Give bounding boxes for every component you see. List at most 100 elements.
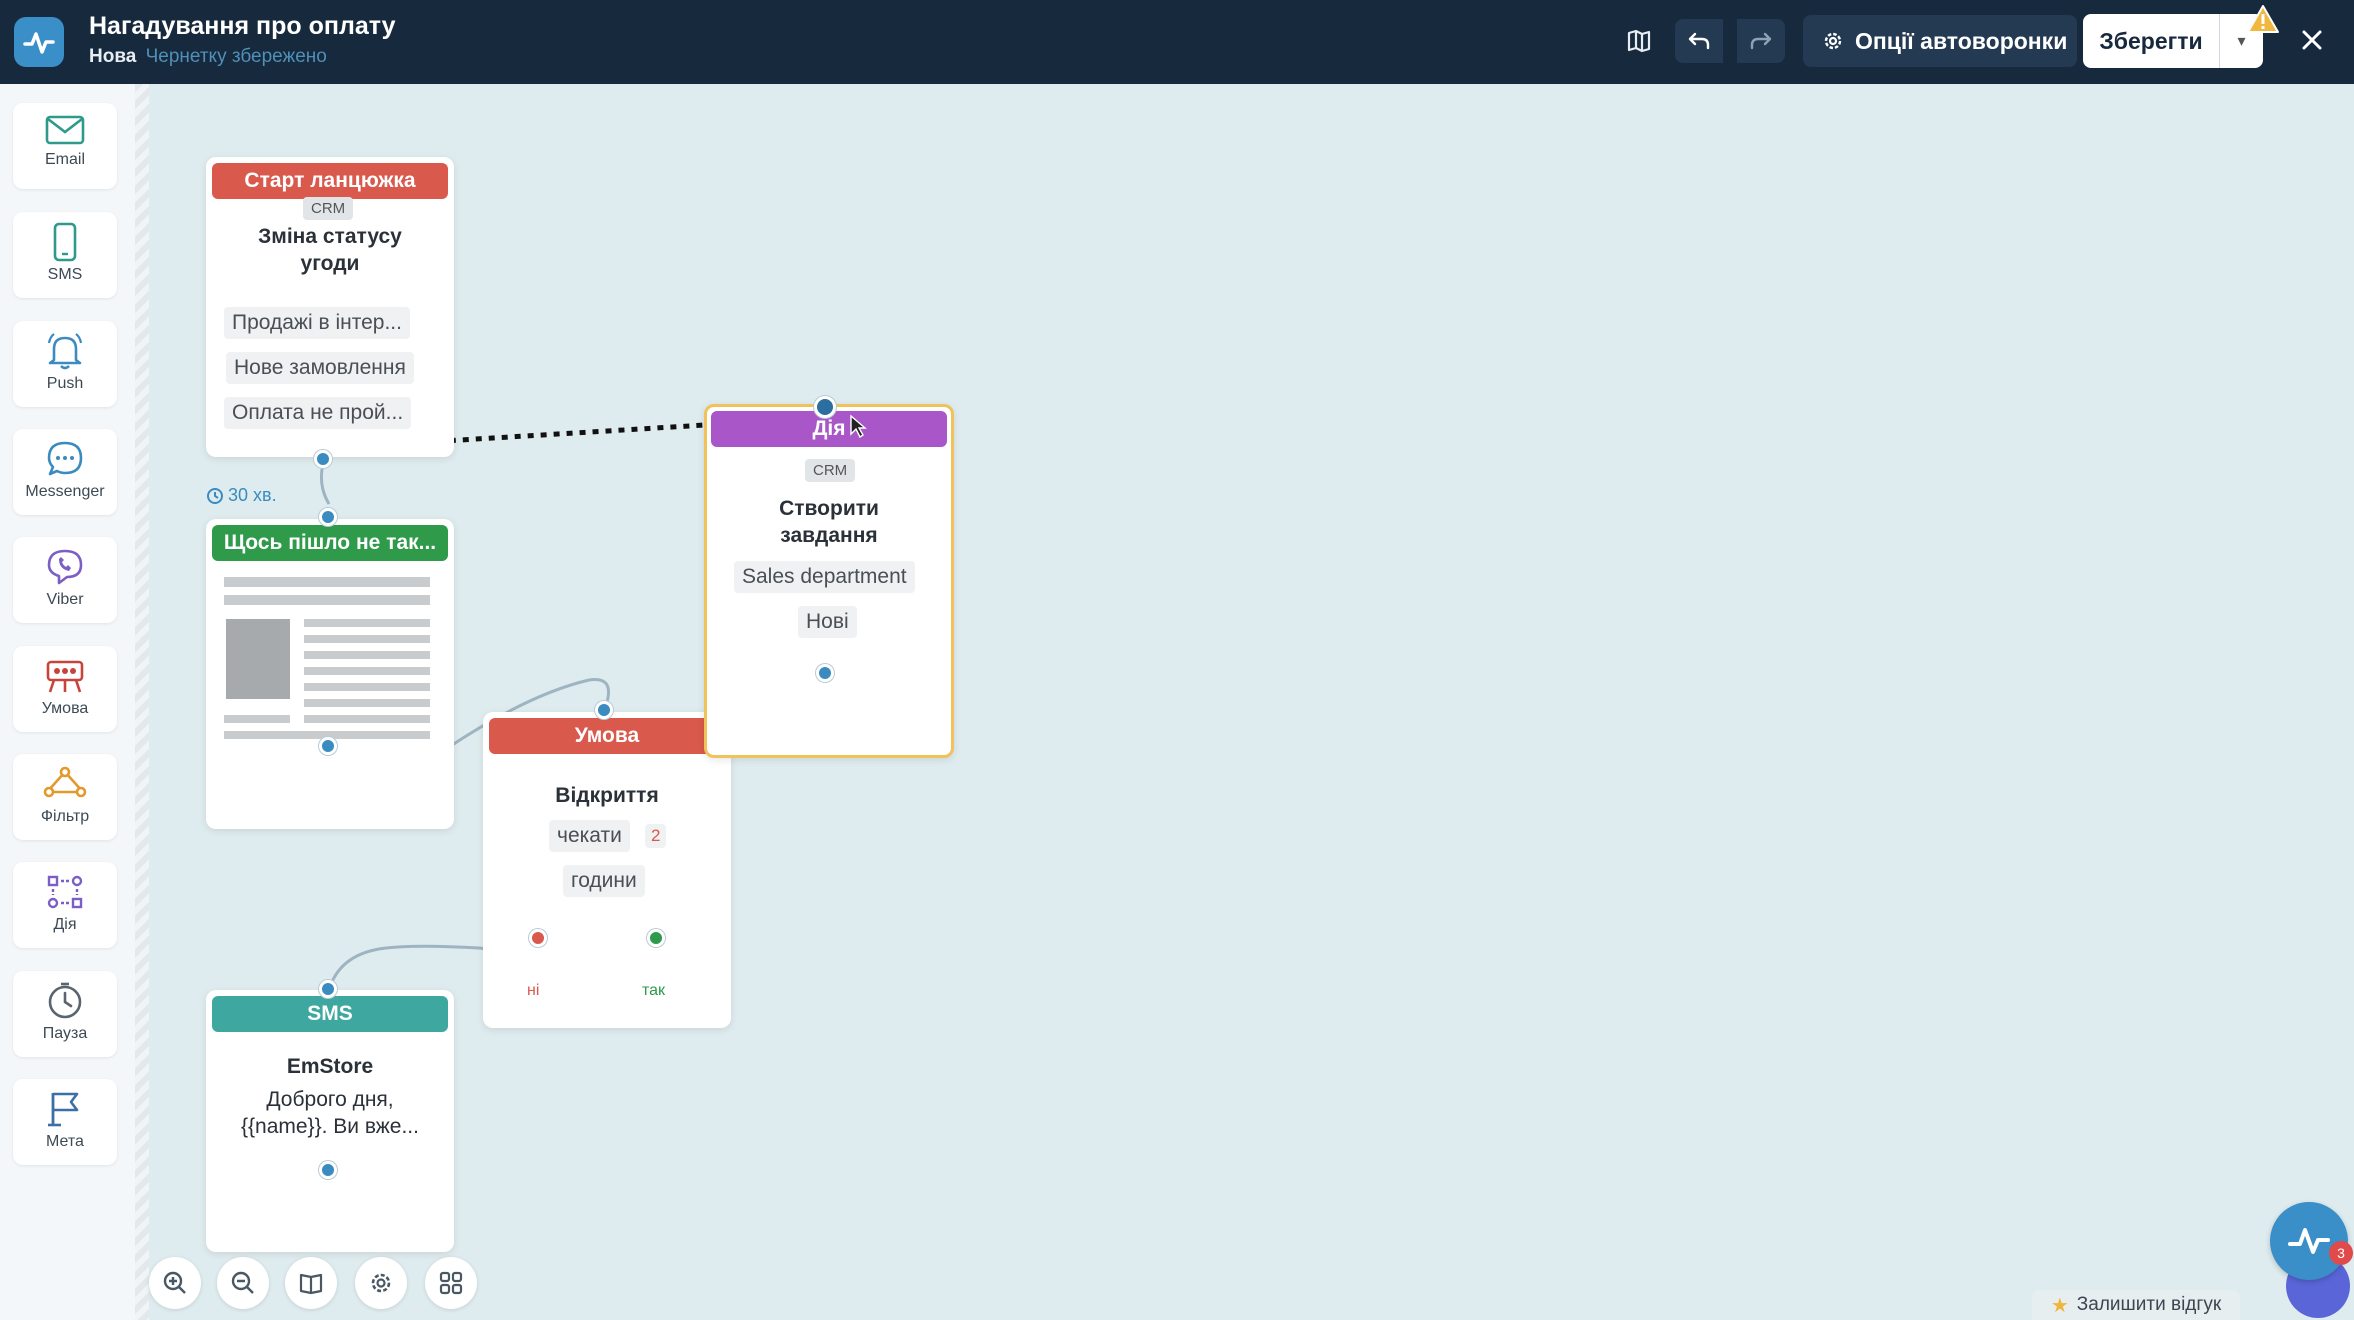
node-start-title: Зміна статусу угоди (206, 223, 454, 277)
feedback-button[interactable]: ★ Залишити відгук (2032, 1290, 2240, 1320)
status-label: Нова (89, 46, 137, 67)
palette-item-label: Push (46, 375, 84, 392)
node-condition-no-port[interactable] (529, 929, 547, 947)
node-start-output-port[interactable] (314, 450, 332, 468)
redo-button[interactable] (1737, 19, 1785, 63)
palette-item-sms[interactable]: SMS (13, 212, 117, 298)
zoom-in-button[interactable] (149, 1257, 201, 1309)
zoom-out-button[interactable] (217, 1257, 269, 1309)
node-start-tag: CRM (303, 197, 354, 220)
viber-icon (47, 549, 83, 585)
node-condition-yes-label: так (642, 982, 666, 999)
node-sms-title: EmStore (286, 1055, 374, 1078)
app-logo-icon[interactable] (14, 17, 64, 67)
save-button[interactable]: Зберегти (2083, 14, 2219, 68)
zoom-in-icon (163, 1271, 186, 1294)
warning-icon[interactable] (2246, 4, 2280, 39)
node-start[interactable]: Старт ланцюжка CRM Зміна статусу угоди П… (206, 157, 454, 457)
palette-item-condition[interactable]: Умова (13, 646, 117, 732)
palette-item-email[interactable]: Email (13, 103, 117, 189)
node-start-title-line2: угоди (300, 252, 360, 275)
grid-button[interactable] (425, 1257, 477, 1309)
node-start-chip: Нове замовлення (226, 352, 414, 384)
node-action-input-port[interactable] (814, 396, 836, 418)
palette-item-action[interactable]: Дія (13, 862, 117, 948)
node-condition-no-label: ні (527, 982, 540, 999)
node-email-output-port[interactable] (319, 737, 337, 755)
mouse-cursor-icon (849, 414, 867, 443)
palette-item-filter[interactable]: Фільтр (13, 754, 117, 840)
node-start-title-line1: Зміна статусу (258, 225, 402, 248)
envelope-icon (45, 115, 85, 145)
palette-divider (135, 84, 149, 1320)
palette-item-push[interactable]: Push (13, 321, 117, 407)
flow-canvas[interactable]: Старт ланцюжка CRM Зміна статусу угоди П… (149, 84, 2354, 1320)
node-sms-input-port[interactable] (319, 980, 337, 998)
undo-button[interactable] (1675, 19, 1723, 63)
connection-lines (319, 422, 706, 991)
funnel-options-label: Опції автоворонки (1855, 27, 2068, 54)
flag-icon (48, 1092, 79, 1127)
palette-item-label: Дія (53, 916, 77, 933)
palette-item-label: Фільтр (40, 808, 90, 825)
grid-icon (439, 1271, 463, 1295)
palette-item-label: Мета (46, 1133, 84, 1150)
messenger-icon (47, 441, 83, 476)
node-sms-output-port[interactable] (319, 1161, 337, 1179)
chevron-down-icon: ▾ (2237, 33, 2246, 50)
close-icon (2302, 30, 2322, 50)
palette-item-label: Пауза (42, 1025, 88, 1042)
pulse-icon (2288, 1228, 2330, 1254)
node-condition-yes-port[interactable] (647, 929, 665, 947)
book-icon[interactable] (1615, 19, 1663, 63)
node-email-input-port[interactable] (319, 508, 337, 526)
palette-item-label: SMS (47, 266, 83, 283)
delay-label[interactable]: 30 хв. (206, 485, 277, 506)
node-action-tag: CRM (805, 459, 856, 482)
book-icon (299, 1273, 323, 1295)
node-start-chip: Оплата не прой... (224, 397, 412, 429)
condition-icon (46, 660, 84, 693)
node-condition-header: Умова (489, 718, 725, 754)
node-action-chip: Sales department (734, 561, 915, 593)
palette-item-viber[interactable]: Viber (13, 537, 117, 623)
email-preview-thumbnail (224, 577, 430, 739)
node-action-title-line1: Створити (779, 497, 879, 520)
palette-item-label: Умова (41, 700, 89, 717)
node-condition-title: Відкриття (555, 784, 659, 807)
node-condition-wait-count: 2 (645, 824, 667, 848)
settings-button[interactable] (355, 1257, 407, 1309)
node-email-header: Щось пішло не так... (212, 525, 448, 561)
phone-icon (53, 222, 77, 262)
funnel-options-button[interactable]: Опції автоворонки (1803, 15, 2077, 67)
node-email[interactable]: Щось пішло не так... (206, 519, 454, 829)
action-icon (47, 875, 83, 909)
node-sms[interactable]: SMS EmStore Доброго дня, {{name}}. Ви вж… (206, 990, 454, 1252)
notification-badge: 3 (2329, 1241, 2353, 1265)
node-sms-header: SMS (212, 996, 448, 1032)
node-condition-chip-wait: чекати (549, 820, 630, 852)
node-sms-text-line2: {{name}}. Ви вже... (241, 1115, 419, 1138)
page-title: Нагадування про оплату (89, 12, 396, 40)
node-action[interactable]: Дія CRM Створити завдання Sales departme… (704, 404, 954, 758)
top-bar: Нагадування про оплату Нова Чернетку збе… (0, 0, 2354, 84)
palette-item-messenger[interactable]: Messenger (13, 429, 117, 515)
gear-icon (371, 1273, 391, 1293)
page-subtitle: Нова Чернетку збережено (89, 46, 327, 68)
filter-icon (43, 766, 87, 798)
palette-item-label: Email (44, 151, 85, 168)
gear-icon (1824, 32, 1842, 50)
palette-item-goal[interactable]: Мета (13, 1079, 117, 1165)
guide-button[interactable] (285, 1257, 337, 1309)
undo-icon (1688, 32, 1710, 50)
clock-icon (48, 982, 82, 1019)
star-icon: ★ (2050, 1294, 2069, 1317)
close-button[interactable] (2292, 20, 2332, 60)
palette-item-label: Viber (46, 591, 84, 608)
node-action-output-port[interactable] (816, 664, 834, 682)
node-start-chip: Продажі в інтер... (224, 307, 410, 339)
zoom-out-icon (231, 1271, 254, 1294)
node-condition-input-port[interactable] (595, 701, 613, 719)
node-condition[interactable]: Умова Відкриття чекати 2 години ні так (483, 712, 731, 1028)
palette-item-pause[interactable]: Пауза (13, 971, 117, 1057)
